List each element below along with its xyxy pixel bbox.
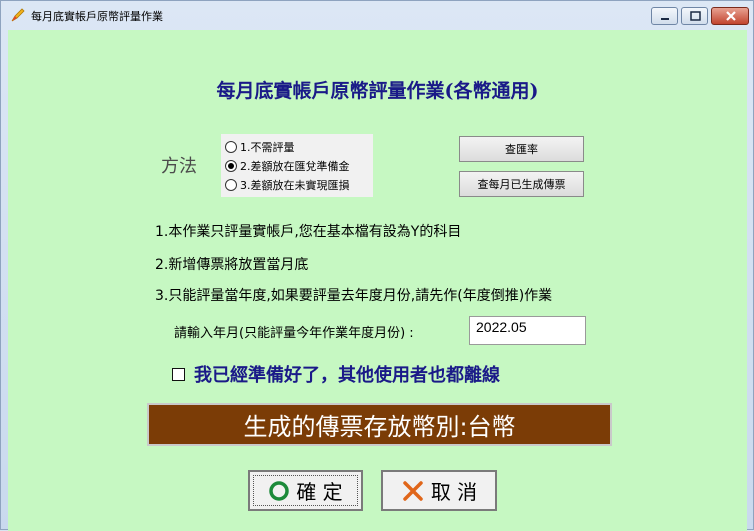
- maximize-button[interactable]: [681, 7, 708, 25]
- radio-button[interactable]: [225, 178, 237, 191]
- method-radio-group: 1.不需評量 2.差額放在匯兌準備金 3.差額放在未實現匯損: [221, 134, 373, 197]
- maximize-icon: [690, 11, 701, 21]
- ready-checkbox[interactable]: [172, 367, 185, 381]
- query-vouchers-button[interactable]: 查每月已生成傳票: [459, 171, 584, 197]
- method-label: 方法: [161, 156, 197, 177]
- note-2: 2.新增傳票將放置當月底: [155, 257, 309, 273]
- radio-button[interactable]: [225, 140, 237, 153]
- window-title: 每月底實帳戶原幣評量作業: [31, 10, 163, 23]
- close-button[interactable]: [711, 7, 749, 25]
- note-3: 3.只能評量當年度,如果要評量去年度月份,請先作(年度倒推)作業: [155, 288, 553, 304]
- circle-icon: [269, 480, 290, 501]
- ready-checkbox-label: 我已經準備好了，其他使用者也都離線: [194, 365, 500, 386]
- cancel-button[interactable]: 取 消: [381, 470, 497, 511]
- ok-button[interactable]: 確 定: [248, 470, 363, 511]
- radio-option-label: 1.不需評量: [240, 140, 295, 154]
- note-1: 1.本作業只評量實帳戶,您在基本檔有設為Y的科目: [155, 224, 462, 240]
- minimize-icon: [661, 18, 669, 20]
- pen-icon: [10, 7, 26, 23]
- radio-option-2[interactable]: 2.差額放在匯兌準備金: [225, 156, 350, 175]
- cancel-button-label: 取 消: [430, 480, 478, 504]
- page-title: 每月底實帳戶原幣評量作業(各幣通用): [216, 80, 539, 102]
- radio-option-label: 2.差額放在匯兌準備金: [240, 159, 350, 173]
- form-body: 每月底實帳戶原幣評量作業(各幣通用) 方法 1.不需評量 2.差額放在匯兌準備金…: [8, 30, 747, 531]
- radio-option-label: 3.差額放在未實現匯損: [240, 178, 350, 192]
- query-rate-button[interactable]: 查匯率: [459, 136, 584, 162]
- title-bar[interactable]: 每月底實帳戶原幣評量作業: [1, 1, 753, 30]
- voucher-currency-banner: 生成的傳票存放幣別:台幣: [147, 403, 612, 446]
- close-icon: [726, 11, 736, 21]
- radio-option-1[interactable]: 1.不需評量: [225, 137, 295, 156]
- ok-button-label: 確 定: [296, 480, 343, 504]
- radio-button-selected[interactable]: [225, 159, 237, 172]
- ready-checkbox-row[interactable]: 我已經準備好了，其他使用者也都離線: [172, 361, 500, 387]
- year-month-input[interactable]: 2022.05: [469, 316, 586, 345]
- app-window: 每月底實帳戶原幣評量作業 每月底實帳戶原幣評量作業(各幣通用) 方法 1.不需評…: [0, 0, 754, 531]
- radio-option-3[interactable]: 3.差額放在未實現匯損: [225, 175, 350, 194]
- year-month-label: 請輸入年月(只能評量今年作業年度月份) :: [174, 326, 414, 341]
- x-icon: [403, 480, 423, 501]
- minimize-button[interactable]: [651, 7, 678, 25]
